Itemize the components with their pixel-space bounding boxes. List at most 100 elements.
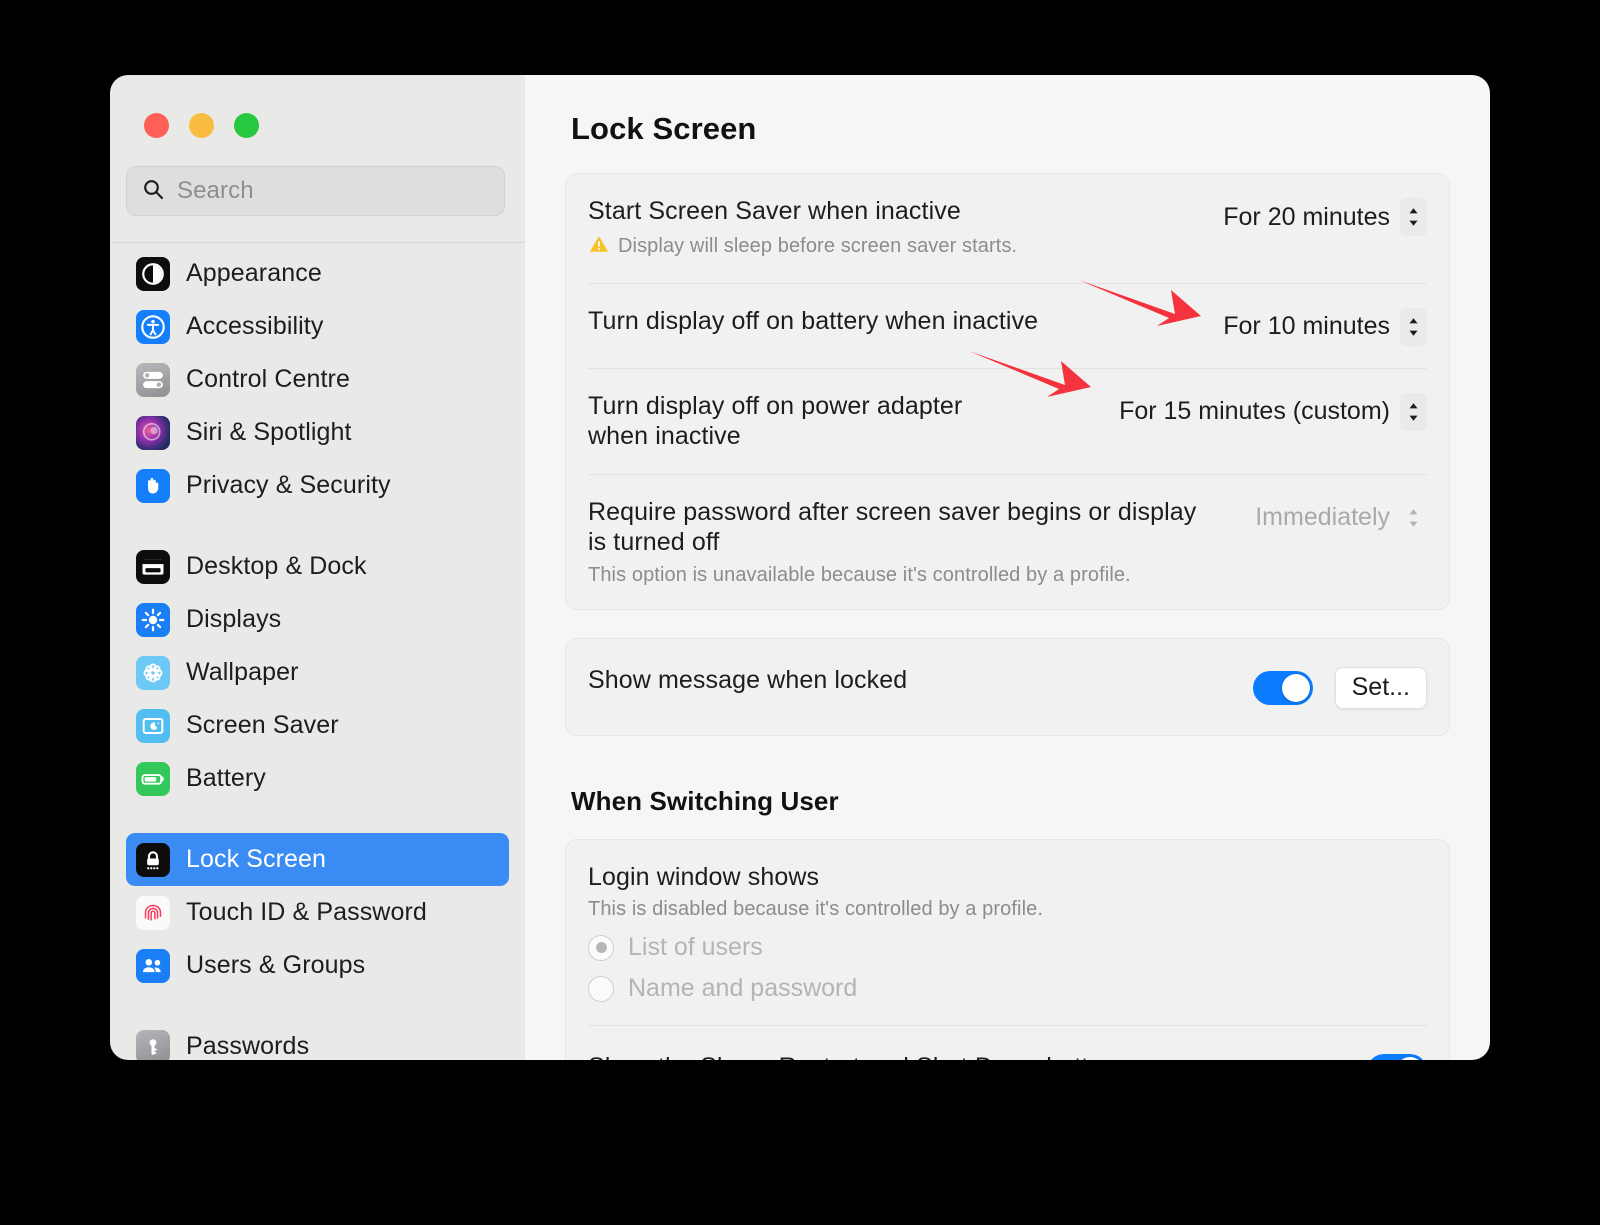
row-label: Turn display off on power adapter when i… — [588, 391, 963, 451]
row-sublabel: This is disabled because it's controlled… — [588, 898, 1427, 921]
radio-inner-dot — [595, 942, 607, 953]
row-right: Immediately — [1255, 497, 1427, 537]
sidebar-item-label: Siri & Spotlight — [186, 418, 352, 446]
sidebar-item-wallpaper[interactable]: Wallpaper — [126, 646, 509, 699]
sidebar-item-label: Lock Screen — [186, 845, 327, 873]
sidebar-item-privacy-security[interactable]: Privacy & Security — [126, 459, 509, 512]
row-left: Turn display off on power adapter when i… — [588, 391, 1008, 452]
users-groups-icon — [136, 948, 170, 983]
touch-id-icon — [136, 895, 170, 930]
sidebar-item-label: Wallpaper — [186, 658, 299, 686]
siri-spotlight-icon — [136, 415, 170, 450]
sidebar-item-label: Desktop & Dock — [186, 552, 367, 580]
sidebar-item-touch-id-password[interactable]: Touch ID & Password — [126, 886, 509, 939]
row-require-password: Require password after screen saver begi… — [588, 473, 1427, 609]
popup-value: For 20 minutes — [1223, 202, 1390, 231]
row-right: For 20 minutes — [1223, 196, 1427, 236]
row-label: Start Screen Saver when inactive — [588, 197, 961, 225]
content-pane: Lock Screen Start Screen Saver when inac… — [525, 75, 1490, 1060]
popup-value: Immediately — [1255, 503, 1390, 531]
set-message-button[interactable]: Set... — [1334, 666, 1427, 709]
show-message-toggle[interactable] — [1252, 670, 1313, 705]
sidebar-item-label: Screen Saver — [186, 711, 339, 739]
accessibility-icon — [136, 309, 170, 344]
passwords-icon — [136, 1029, 170, 1060]
sidebar-item-label: Users & Groups — [186, 951, 366, 979]
sidebar-item-label: Accessibility — [186, 312, 324, 340]
row-left: Turn display off on battery when inactiv… — [588, 306, 1038, 337]
row-display-off-power-adapter: Turn display off on power adapter when i… — [588, 367, 1427, 474]
row-right: For 10 minutes — [1223, 306, 1427, 346]
sidebar-item-accessibility[interactable]: Accessibility — [126, 300, 509, 353]
warning-triangle-icon — [588, 233, 610, 261]
sidebar-item-label: Battery — [186, 764, 266, 792]
screen-saver-icon — [136, 708, 170, 743]
sidebar-item-control-centre[interactable]: Control Centre — [126, 353, 509, 406]
row-left: Require password after screen saver begi… — [588, 497, 1208, 587]
popup-value: For 15 minutes (custom) — [1119, 397, 1390, 425]
sidebar-list: Appearance Accessibility Control Centre … — [110, 247, 525, 1060]
sidebar-item-label: Privacy & Security — [186, 471, 391, 499]
row-login-window-shows: Login window shows This is disabled beca… — [588, 840, 1427, 1026]
close-button[interactable] — [144, 113, 169, 138]
sidebar-item-users-groups[interactable]: Users & Groups — [126, 939, 509, 992]
minimize-button[interactable] — [189, 113, 214, 138]
system-settings-window: Search Appearance Accessibility Control … — [110, 75, 1490, 1060]
sidebar-item-screen-saver[interactable]: Screen Saver — [126, 699, 509, 752]
screen-saver-timeout-popup[interactable]: For 20 minutes — [1223, 198, 1427, 236]
privacy-security-icon — [136, 468, 170, 503]
radio-name-and-password[interactable]: Name and password — [588, 974, 1427, 1003]
row-label: Login window shows — [588, 862, 820, 891]
traffic-lights — [110, 75, 525, 138]
row-label: Turn display off on battery when inactiv… — [588, 306, 1039, 335]
search-field[interactable]: Search — [126, 166, 505, 216]
row-display-off-battery: Turn display off on battery when inactiv… — [588, 282, 1427, 368]
power-adapter-display-off-popup[interactable]: For 15 minutes (custom) — [1119, 392, 1427, 431]
row-sublabel-text: Display will sleep before screen saver s… — [618, 235, 1018, 257]
search-input[interactable]: Search — [177, 177, 254, 205]
sidebar-divider — [110, 242, 525, 243]
sidebar-item-label: Appearance — [186, 259, 322, 287]
toggle-knob — [1281, 673, 1310, 702]
sidebar-item-displays[interactable]: Displays — [126, 593, 509, 646]
row-right: For 15 minutes (custom) — [1119, 391, 1427, 431]
row-right — [1367, 1052, 1427, 1060]
chevron-updown-icon — [1400, 198, 1427, 236]
sidebar-item-label: Touch ID & Password — [186, 898, 427, 926]
sleep-restart-shutdown-toggle[interactable] — [1367, 1054, 1427, 1060]
sidebar-item-passwords[interactable]: Passwords — [126, 1020, 509, 1060]
chevron-updown-icon — [1400, 392, 1427, 431]
row-label: Show message when locked — [588, 665, 908, 694]
row-label: Show the Sleep, Restart and Shut Down bu… — [588, 1052, 1129, 1060]
search-icon — [141, 177, 165, 206]
row-show-message-when-locked: Show message when locked Set... — [588, 639, 1427, 735]
zoom-button[interactable] — [234, 113, 259, 138]
require-password-popup: Immediately — [1255, 499, 1427, 537]
battery-display-off-popup[interactable]: For 10 minutes — [1223, 307, 1427, 346]
row-label: Require password after screen saver begi… — [588, 497, 1197, 557]
sidebar-item-lock-screen[interactable]: Lock Screen — [126, 833, 509, 886]
desktop-dock-icon — [136, 549, 170, 584]
row-left: Start Screen Saver when inactive Display… — [588, 196, 1017, 261]
row-left: Show the Sleep, Restart and Shut Down bu… — [588, 1052, 1129, 1060]
section-when-switching-user: When Switching User — [571, 785, 839, 816]
sidebar-item-desktop-dock[interactable]: Desktop & Dock — [126, 540, 509, 593]
sidebar-item-appearance[interactable]: Appearance — [126, 247, 509, 300]
switching-user-card: Login window shows This is disabled beca… — [565, 838, 1450, 1060]
row-sublabel-text: This is disabled because it's controlled… — [588, 898, 1044, 920]
radio-label: Name and password — [628, 974, 858, 1002]
sidebar-item-battery[interactable]: Battery — [126, 752, 509, 805]
row-right: Set... — [1252, 665, 1427, 709]
radio-list-of-users[interactable]: List of users — [588, 933, 1427, 962]
appearance-icon — [136, 256, 170, 291]
sidebar-item-label: Control Centre — [186, 365, 350, 393]
row-sublabel-text: This option is unavailable because it's … — [588, 563, 1131, 586]
chevron-updown-icon — [1400, 499, 1427, 537]
search-container: Search — [110, 138, 525, 216]
displays-icon — [136, 602, 170, 637]
lock-screen-icon — [136, 842, 170, 877]
sidebar-item-siri-spotlight[interactable]: Siri & Spotlight — [126, 406, 509, 459]
radio-button-icon — [588, 975, 614, 1002]
